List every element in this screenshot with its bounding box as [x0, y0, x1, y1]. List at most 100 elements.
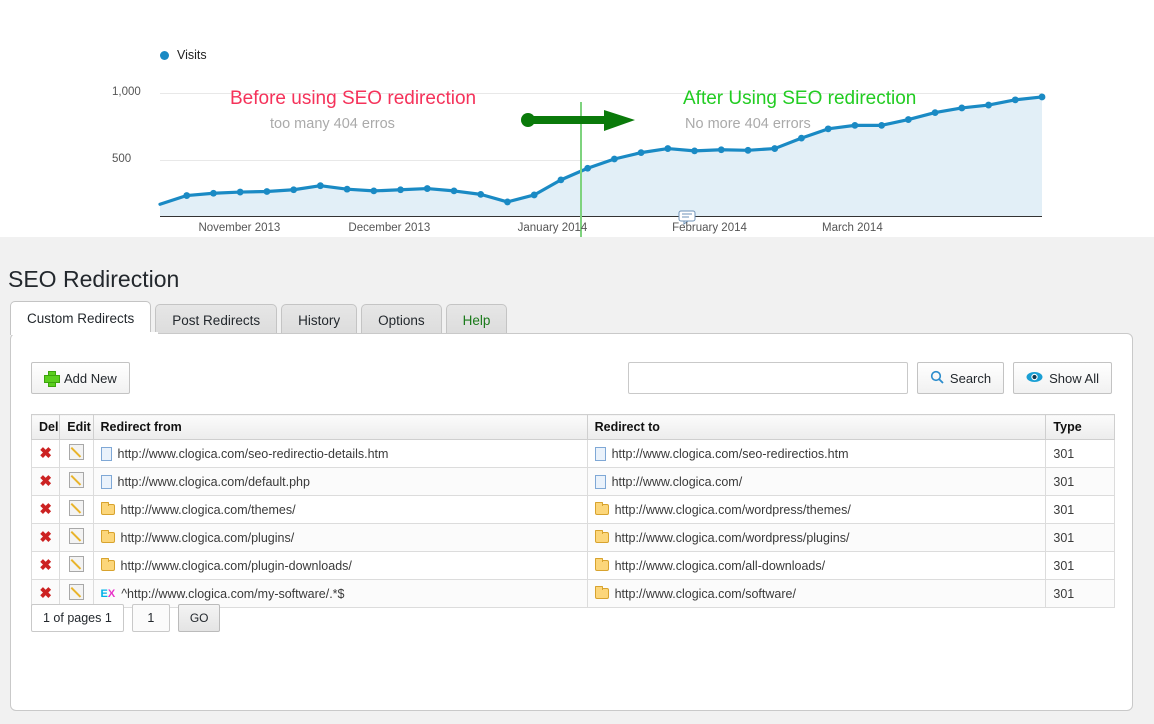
tab-label: Custom Redirects [27, 311, 134, 326]
column-header-redirect-from[interactable]: Redirect from [93, 415, 587, 440]
tab-label: Post Redirects [172, 313, 260, 328]
custom-redirects-panel: Add New Search Show All [10, 333, 1133, 711]
delete-cell: ✖ [32, 440, 60, 468]
redirect-to-text: http://www.clogica.com/wordpress/plugins… [615, 531, 850, 545]
add-new-button[interactable]: Add New [31, 362, 130, 394]
redirect-from-text: ^http://www.clogica.com/my-software/.*$ [121, 587, 344, 601]
legend-label-visits: Visits [177, 48, 207, 62]
tab-help[interactable]: Help [446, 304, 508, 335]
cell-content: http://www.clogica.com/wordpress/themes/ [595, 503, 1039, 517]
cell-content: http://www.clogica.com/software/ [595, 587, 1039, 601]
file-icon [595, 447, 606, 461]
search-input[interactable] [628, 362, 908, 394]
cell-content: http://www.clogica.com/wordpress/plugins… [595, 531, 1039, 545]
redirect-type-cell: 301 [1046, 524, 1115, 552]
ytick-500: 500 [112, 153, 131, 165]
folder-icon [595, 560, 609, 571]
seo-redirection-admin-page: SEO Redirection Custom Redirects Post Re… [0, 237, 1154, 724]
edit-icon[interactable] [69, 584, 84, 600]
redirect-to-cell: http://www.clogica.com/wordpress/themes/ [587, 496, 1046, 524]
redirect-type-cell: 301 [1046, 496, 1115, 524]
analytics-chart-panel: Visits 1,000 500 Before using SEO redire… [0, 0, 1154, 237]
table-row: ✖http://www.clogica.com/themes/http://ww… [32, 496, 1115, 524]
delete-icon[interactable]: ✖ [39, 502, 52, 517]
redirect-to-text: http://www.clogica.com/ [612, 475, 743, 489]
tab-label: History [298, 313, 340, 328]
magnifier-icon [930, 370, 944, 387]
edit-cell [60, 440, 93, 468]
redirect-from-cell: http://www.clogica.com/plugin-downloads/ [93, 552, 587, 580]
annotation-after-subtitle: No more 404 errors [685, 116, 811, 132]
cell-content: http://www.clogica.com/plugin-downloads/ [101, 559, 580, 573]
pagination-bar: 1 of pages 1 GO [31, 604, 220, 632]
folder-icon [101, 560, 115, 571]
go-button[interactable]: GO [178, 604, 221, 632]
delete-cell: ✖ [32, 496, 60, 524]
tab-label: Help [463, 313, 491, 328]
xtick-3: February 2014 [672, 222, 747, 234]
column-header-type[interactable]: Type [1046, 415, 1115, 440]
delete-icon[interactable]: ✖ [39, 474, 52, 489]
table-row: ✖ http://www.clogica.com/seo-redirectio-d… [32, 440, 1115, 468]
column-header-edit[interactable]: Edit [60, 415, 93, 440]
redirect-from-cell: http://www.clogica.com/seo-redirectio-de… [93, 440, 587, 468]
page-number-input[interactable] [132, 604, 170, 632]
cell-content: http://www.clogica.com/default.php [101, 475, 580, 489]
legend-dot-visits [160, 51, 169, 60]
annotation-after-title: After Using SEO redirection [683, 88, 916, 110]
delete-cell: ✖ [32, 524, 60, 552]
add-new-label: Add New [64, 371, 117, 386]
search-label: Search [950, 371, 991, 386]
tab-custom-redirects[interactable]: Custom Redirects [10, 301, 151, 335]
delete-icon[interactable]: ✖ [39, 446, 52, 461]
edit-icon[interactable] [69, 528, 84, 544]
folder-icon [101, 504, 115, 515]
xtick-1: December 2013 [348, 222, 430, 234]
redirect-type-cell: 301 [1046, 580, 1115, 608]
tab-history[interactable]: History [281, 304, 357, 335]
edit-icon[interactable] [69, 472, 84, 488]
tab-post-redirects[interactable]: Post Redirects [155, 304, 277, 335]
redirect-to-text: http://www.clogica.com/all-downloads/ [615, 559, 826, 573]
tab-options[interactable]: Options [361, 304, 442, 335]
tab-bar: Custom Redirects Post Redirects History … [10, 301, 511, 335]
redirect-to-cell: http://www.clogica.com/wordpress/plugins… [587, 524, 1046, 552]
edit-cell [60, 496, 93, 524]
column-header-redirect-to[interactable]: Redirect to [587, 415, 1046, 440]
cell-content: http://www.clogica.com/all-downloads/ [595, 559, 1039, 573]
edit-icon[interactable] [69, 500, 84, 516]
cell-content: EX^http://www.clogica.com/my-software/.*… [101, 587, 580, 601]
redirect-to-cell: http://www.clogica.com/all-downloads/ [587, 552, 1046, 580]
redirect-from-text: http://www.clogica.com/plugin-downloads/ [121, 559, 352, 573]
page-title: SEO Redirection [8, 266, 179, 293]
edit-icon[interactable] [69, 556, 84, 572]
tab-label: Options [378, 313, 425, 328]
redirect-type-cell: 301 [1046, 468, 1115, 496]
file-icon [595, 475, 606, 489]
folder-icon [595, 504, 609, 515]
xtick-0: November 2013 [198, 222, 280, 234]
show-all-button[interactable]: Show All [1013, 362, 1112, 394]
xtick-2: January 2014 [518, 222, 588, 234]
table-toolbar: Add New Search Show All [31, 362, 1112, 394]
cell-content: http://www.clogica.com/plugins/ [101, 531, 580, 545]
delete-icon[interactable]: ✖ [39, 530, 52, 545]
xtick-4: March 2014 [822, 222, 883, 234]
redirects-table: Del Edit Redirect from Redirect to Type … [31, 414, 1115, 608]
search-button[interactable]: Search [917, 362, 1004, 394]
column-header-del[interactable]: Del [32, 415, 60, 440]
active-tab-connector [13, 332, 158, 336]
redirect-to-text: http://www.clogica.com/wordpress/themes/ [615, 503, 851, 517]
delete-icon[interactable]: ✖ [39, 558, 52, 573]
redirect-from-cell: http://www.clogica.com/plugins/ [93, 524, 587, 552]
edit-icon[interactable] [69, 444, 84, 460]
ytick-1000: 1,000 [112, 86, 141, 98]
redirect-to-text: http://www.clogica.com/software/ [615, 587, 796, 601]
delete-icon[interactable]: ✖ [39, 586, 52, 601]
folder-icon [595, 532, 609, 543]
edit-cell [60, 552, 93, 580]
search-group: Search Show All [628, 362, 1112, 394]
folder-icon [101, 532, 115, 543]
chart-legend: Visits [160, 48, 207, 62]
cell-content: http://www.clogica.com/ [595, 475, 1039, 489]
